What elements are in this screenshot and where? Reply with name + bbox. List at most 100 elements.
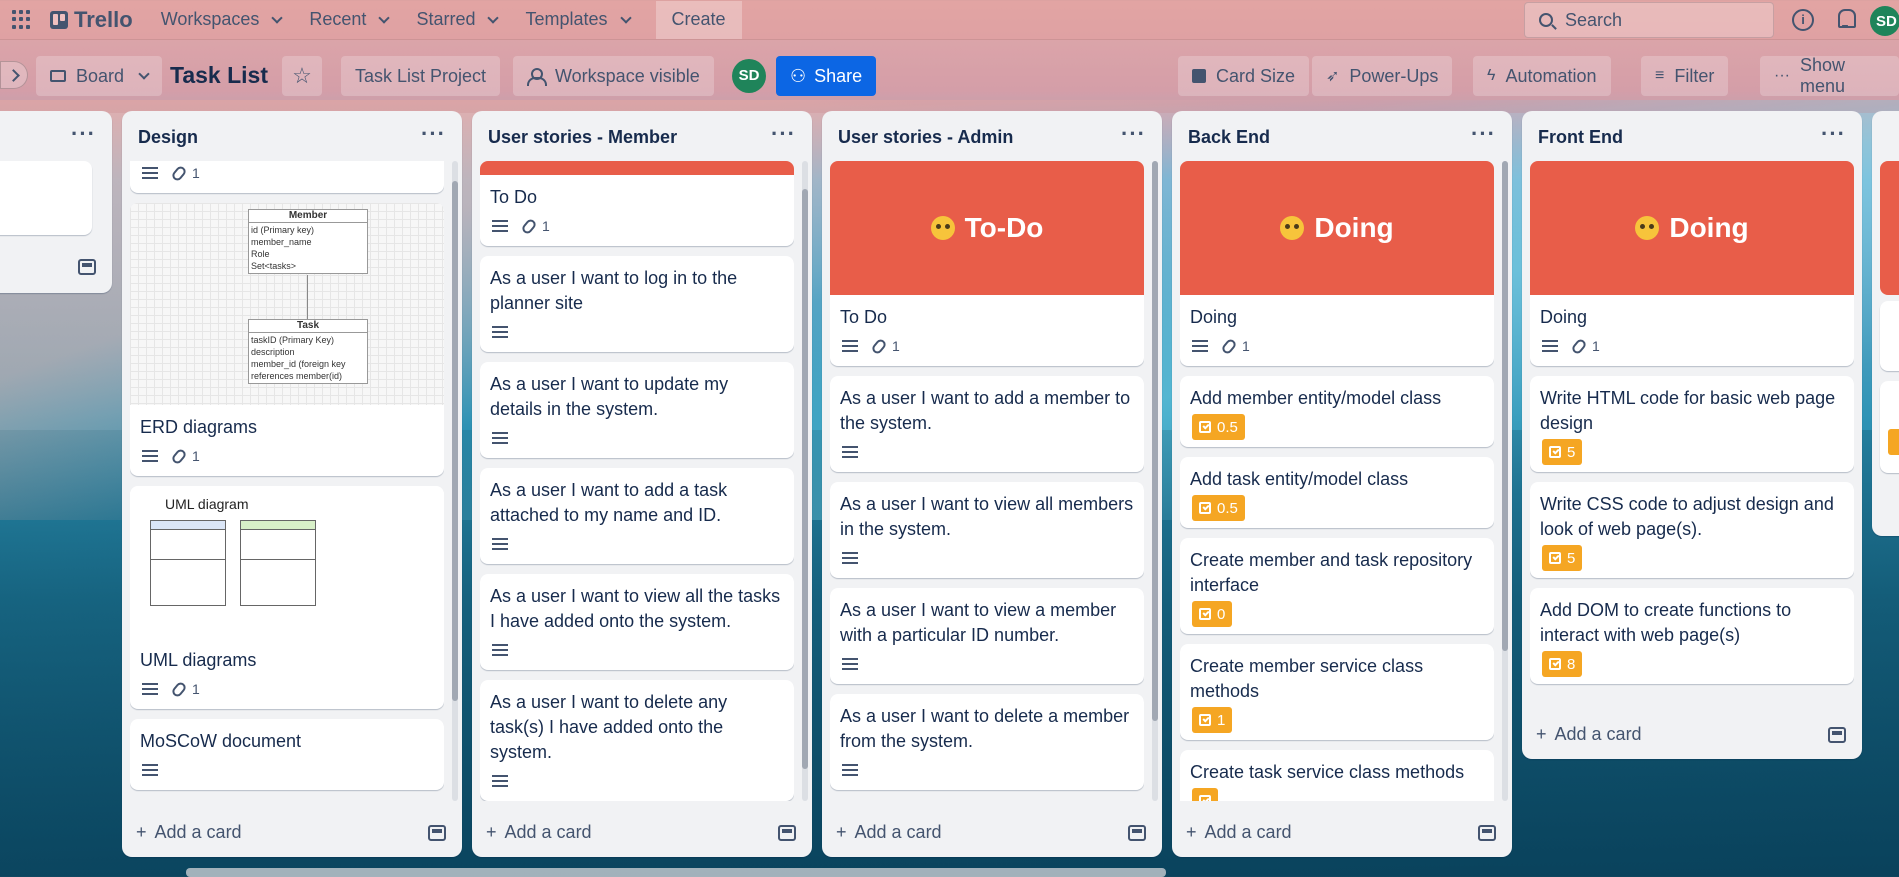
card-badges: 1 — [130, 161, 444, 193]
card[interactable]: Add DOM to create functions to interact … — [1530, 588, 1854, 684]
card-badges: 1 — [1530, 336, 1854, 366]
card[interactable]: Add task entity/model class 0.5 — [1180, 457, 1494, 528]
show-menu-button[interactable]: ··· Show menu — [1760, 55, 1899, 96]
notifications-bell-icon[interactable] — [1836, 9, 1856, 29]
card[interactable]: Create task service class methods — [1180, 750, 1494, 801]
card-badges — [480, 322, 794, 352]
add-card-button[interactable]: + Add a card — [136, 822, 242, 843]
power-ups-button[interactable]: ➶ Power-Ups — [1312, 56, 1453, 96]
description-icon — [142, 764, 158, 776]
card[interactable] — [1880, 381, 1899, 473]
chevron-down-icon — [378, 11, 391, 24]
create-from-template-icon[interactable] — [1128, 825, 1146, 841]
search-input[interactable]: Search — [1524, 2, 1774, 38]
workspace-button[interactable]: Task List Project — [341, 56, 501, 96]
card-title: As a user I want to delete any task(s) I… — [490, 692, 728, 762]
create-from-template-icon[interactable] — [428, 825, 446, 841]
app-switcher-icon[interactable] — [12, 9, 32, 30]
card-uml-diagrams[interactable]: UML diagram UML diagrams 1 — [130, 486, 444, 709]
more-icon: ··· — [1774, 67, 1790, 84]
card-badges — [480, 534, 794, 564]
card-badges: 8 — [1530, 651, 1854, 684]
star-board-icon[interactable]: ☆ — [282, 56, 322, 96]
trello-logo[interactable]: Trello — [50, 7, 133, 33]
create-from-template-icon[interactable] — [778, 825, 796, 841]
scrollbar-thumb[interactable] — [1152, 161, 1158, 721]
list-title[interactable]: Back End — [1188, 127, 1270, 148]
list-menu-button[interactable]: ··· — [421, 121, 446, 147]
card[interactable]: Create member and task repository interf… — [1180, 538, 1494, 634]
list-title[interactable]: Design — [138, 127, 198, 148]
list-title[interactable]: User stories - Member — [488, 127, 677, 148]
add-card-button[interactable]: + Add a card — [1186, 822, 1292, 843]
list-title[interactable]: User stories - Admin — [838, 127, 1013, 148]
card[interactable] — [1880, 301, 1899, 371]
list-cards: Doing Doing 1 Add member entity/model cl… — [1180, 161, 1494, 801]
card[interactable]: 1 — [130, 161, 444, 193]
card[interactable]: Create member service class methods 1 — [1180, 644, 1494, 740]
list-menu-button[interactable]: ··· — [1821, 121, 1846, 147]
card[interactable] — [0, 161, 92, 235]
add-card-button[interactable]: + Add a card — [1536, 724, 1642, 745]
member-avatar[interactable]: SD — [732, 59, 766, 93]
card[interactable]: As a user I want to view all members in … — [830, 482, 1144, 578]
paperclip-icon — [1570, 337, 1588, 355]
scrollbar-thumb[interactable] — [802, 189, 808, 769]
list-cards: Doing Doing 1 Write HTML code for basic … — [1530, 161, 1854, 703]
card[interactable]: As a user I want to delete a member from… — [830, 694, 1144, 790]
scrollbar-thumb[interactable] — [452, 181, 458, 701]
card[interactable]: Write CSS code to adjust design and look… — [1530, 482, 1854, 578]
list-scrollbar[interactable] — [1502, 161, 1508, 801]
card[interactable]: Write HTML code for basic web page desig… — [1530, 376, 1854, 472]
card-to-do[interactable]: To-Do To Do 1 — [830, 161, 1144, 366]
card[interactable]: As a user I want to view a member with a… — [830, 588, 1144, 684]
create-from-template-icon[interactable] — [78, 259, 96, 275]
list-menu-button[interactable]: ··· — [71, 121, 96, 147]
nav-starred[interactable]: Starred — [416, 9, 500, 30]
add-card-button[interactable]: + Add a card — [836, 822, 942, 843]
card[interactable]: As a user I want to delete any task(s) I… — [480, 680, 794, 801]
card-doing[interactable]: Doing Doing 1 — [1180, 161, 1494, 366]
card-doing[interactable]: Doing Doing 1 — [1530, 161, 1854, 366]
list-scrollbar[interactable] — [802, 161, 808, 801]
card[interactable]: Add member entity/model class 0.5 — [1180, 376, 1494, 447]
list-scrollbar[interactable] — [452, 161, 458, 801]
create-from-template-icon[interactable] — [1478, 825, 1496, 841]
card-moscow-document[interactable]: MoSCoW document — [130, 719, 444, 790]
description-icon — [842, 446, 858, 458]
card-to-do[interactable]: To Do 1 — [480, 161, 794, 246]
scrollbar-thumb[interactable] — [1502, 161, 1508, 651]
chevron-down-icon — [271, 11, 284, 24]
card[interactable]: As a user I want to add a task attached … — [480, 468, 794, 564]
create-from-template-icon[interactable] — [1828, 727, 1846, 743]
card-erd-diagrams[interactable]: Member id (Primary key) member_name Role Se… — [130, 203, 444, 476]
info-icon[interactable]: i — [1792, 9, 1814, 31]
add-card-button[interactable]: + Add a card — [486, 822, 592, 843]
create-button[interactable]: Create — [655, 0, 742, 39]
board-horizontal-scrollbar[interactable] — [186, 868, 1166, 877]
list-menu-button[interactable]: ··· — [1471, 121, 1496, 147]
card[interactable]: As a user I want to update my details in… — [480, 362, 794, 458]
card[interactable]: As a user I want to log in to the planne… — [480, 256, 794, 352]
list-title[interactable]: Front End — [1538, 127, 1623, 148]
filter-button[interactable]: ≡ Filter — [1641, 56, 1729, 96]
nav-recent[interactable]: Recent — [309, 9, 391, 30]
card[interactable]: As a user I want to add a member to the … — [830, 376, 1144, 472]
account-avatar[interactable]: SD — [1870, 6, 1899, 36]
nav-workspaces[interactable]: Workspaces — [161, 9, 284, 30]
list-menu-button[interactable]: ··· — [771, 121, 796, 147]
card-size-button[interactable]: Card Size — [1178, 56, 1310, 96]
list-scrollbar[interactable] — [1152, 161, 1158, 801]
card-cover-image: UML diagram — [130, 486, 444, 638]
card[interactable]: As a user I want to view all the tasks I… — [480, 574, 794, 670]
automation-button[interactable]: ϟ Automation — [1473, 56, 1611, 96]
uml-class-box — [240, 520, 316, 606]
list-cards: To-Do To Do 1 As a user I want to add a … — [830, 161, 1144, 801]
nav-templates[interactable]: Templates — [525, 9, 632, 30]
sidebar-expand-button[interactable] — [0, 61, 28, 89]
share-button[interactable]: ⚇ Share — [776, 56, 877, 96]
visibility-button[interactable]: Workspace visible — [513, 56, 714, 96]
view-switcher-button[interactable]: Board — [36, 56, 163, 96]
board-title[interactable]: Task List — [170, 62, 268, 89]
list-menu-button[interactable]: ··· — [1121, 121, 1146, 147]
